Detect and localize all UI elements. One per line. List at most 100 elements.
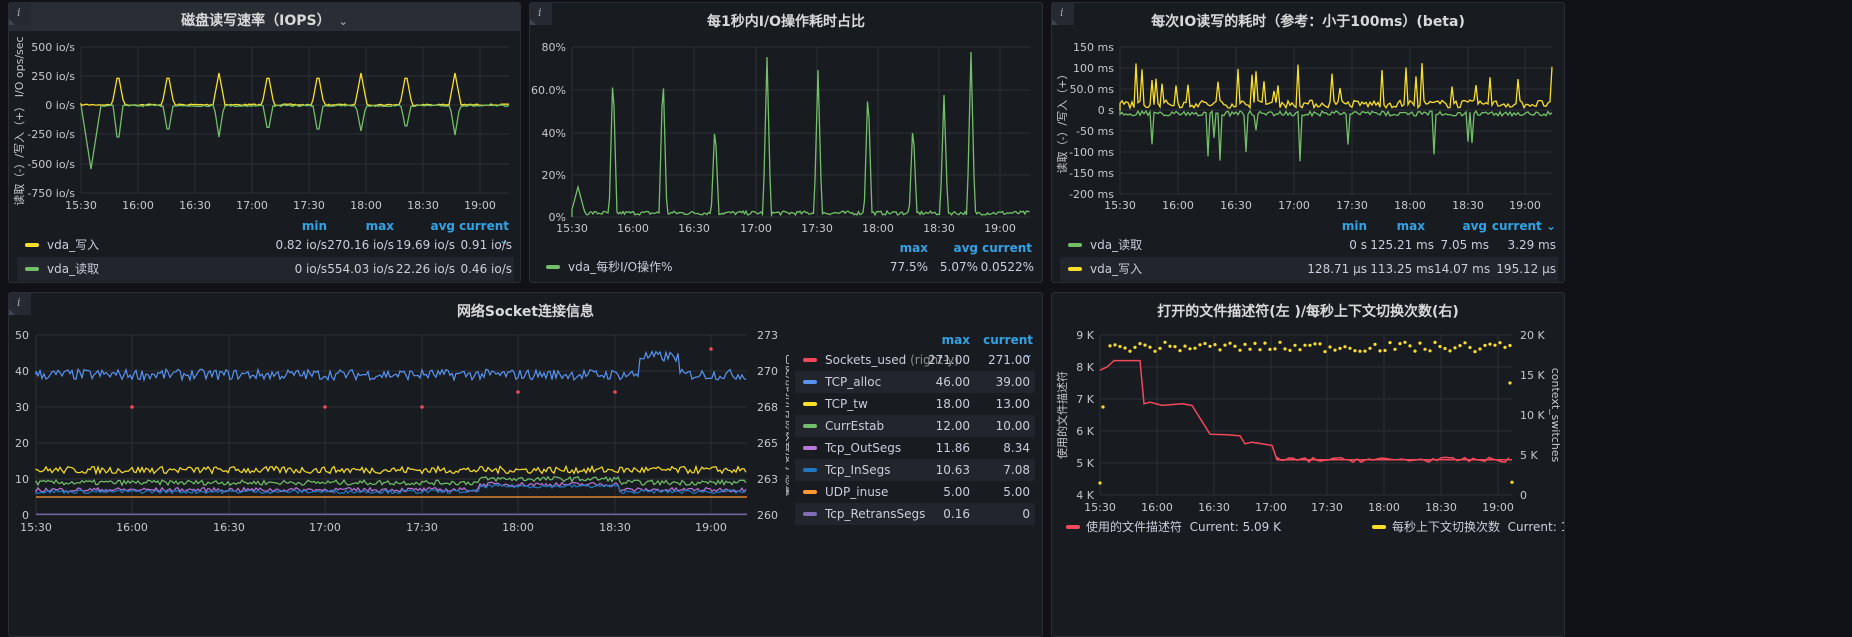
context-switch-point <box>1478 347 1482 351</box>
legend-row[interactable]: CurrEstab 12.00 10.00 <box>795 415 1035 437</box>
legend-row[interactable]: vda_读取 0 s 125.21 ms 7.05 ms 3.29 ms <box>1060 233 1558 257</box>
series-name[interactable]: vda_每秒I/O操作% <box>568 255 673 279</box>
info-icon[interactable]: i <box>9 3 31 25</box>
context-switch-point <box>1323 350 1327 354</box>
y-tick-label: 8 K <box>1076 361 1094 374</box>
iops-chart[interactable]: 500 io/s 250 io/s 0 io/s -250 io/s -500 io/s… <box>9 37 521 249</box>
latency-panel-title[interactable]: 每次IO读写的耗时（参考：小于100ms）(beta) <box>1052 11 1564 31</box>
legend-row[interactable]: Sockets_used (right-y) 271.00 271.00 <box>795 349 1035 371</box>
info-icon[interactable]: i <box>1052 3 1074 25</box>
y-tick-label: 6 K <box>1076 425 1094 438</box>
series-swatch <box>803 490 817 494</box>
latency-chart[interactable]: 150 ms 100 ms 50.0 ms 0 s -50 ms -100 ms -150 … <box>1052 37 1565 249</box>
legend-row[interactable]: 使用的文件描述符 Current: 5.09 K <box>1066 515 1281 539</box>
context-switch-point <box>1373 342 1377 346</box>
filedesc-panel-title[interactable]: 打开的文件描述符(左 )/每秒上下文切换次数(右) <box>1052 301 1564 321</box>
context-switch-point <box>1333 348 1337 352</box>
series-name[interactable]: CurrEstab <box>825 415 884 437</box>
legend-max: 113.25 ms <box>1370 262 1434 276</box>
series-name[interactable]: Tcp_OutSegs <box>825 437 901 459</box>
iops-legend: min max avg current ⌄ vda_写入 0.82 io/s 270… <box>17 219 514 281</box>
socket-panel-title[interactable]: 网络Socket连接信息 <box>9 301 1042 321</box>
x-tick-label: 19:00 <box>1509 199 1541 212</box>
iops-panel-header[interactable]: 磁盘读写速率（IOPS） ⌄ <box>9 3 520 31</box>
x-tick-label: 16:00 <box>116 521 148 534</box>
x-tick-label: 17:00 <box>236 199 268 212</box>
y-tick-label: -100 ms <box>1069 146 1114 159</box>
legend-current: 0.91 io/s <box>460 238 512 252</box>
legend-row[interactable]: Tcp_InSegs 10.63 7.08 <box>795 459 1035 481</box>
legend-current: 0.46 io/s <box>460 262 512 276</box>
currestab-line <box>35 475 747 487</box>
context-switch-point <box>1228 341 1232 345</box>
context-switch-point <box>1248 347 1252 351</box>
series-swatch <box>803 380 817 384</box>
latency-panel-header[interactable]: 每次IO读写的耗时（参考：小于100ms）(beta) <box>1052 3 1564 37</box>
series-name[interactable]: vda_写入 <box>47 233 99 257</box>
iotime-panel-header[interactable]: 每1秒内I/O操作耗时占比 <box>530 3 1042 37</box>
x-tick-label: 17:00 <box>740 222 772 235</box>
series-name[interactable]: vda_读取 <box>47 257 99 281</box>
context-switch-point <box>1328 345 1332 349</box>
series-name[interactable]: 使用的文件描述符 Current: 5.09 K <box>1086 515 1281 539</box>
legend-row[interactable]: TCP_tw 18.00 13.00 <box>795 393 1035 415</box>
x-tick-label: 19:00 <box>1482 501 1514 514</box>
y-right-tick-label: 15 K <box>1520 369 1545 382</box>
legend-max: 77.5% <box>889 260 928 274</box>
legend-row[interactable]: UDP_inuse 5.00 5.00 <box>795 481 1035 503</box>
legend-row[interactable]: vda_每秒I/O操作% 77.5% 5.07% 0.0522% <box>538 255 1036 279</box>
legend-current: 271.00 <box>988 353 1030 367</box>
series-name[interactable]: vda_写入 <box>1090 257 1142 281</box>
y-tick-label: 60.0% <box>531 84 566 97</box>
legend-max: 271.00 <box>928 353 970 367</box>
legend-row[interactable]: Tcp_OutSegs 11.86 8.34 <box>795 437 1035 459</box>
y-tick-label: 20 <box>15 437 29 450</box>
context-switch-point <box>1433 340 1437 344</box>
x-tick-label: 16:00 <box>1141 501 1173 514</box>
info-icon[interactable]: i <box>530 3 552 25</box>
context-switch-point <box>1138 342 1142 346</box>
iotime-legend: max avg current vda_每秒I/O操作% 77.5% 5.07% 0.… <box>538 241 1036 279</box>
sockets-used-point <box>420 405 424 409</box>
legend-row[interactable]: vda_读取 0 io/s 554.03 io/s 22.26 io/s 0.46 io… <box>17 257 514 281</box>
series-name[interactable]: TCP_alloc <box>825 371 881 393</box>
legend-row[interactable]: 每秒上下文切换次数 Current: 1.57 K <box>1372 515 1564 539</box>
series-name[interactable]: vda_读取 <box>1090 233 1142 257</box>
legend-current: 8.34 <box>1003 441 1030 455</box>
context-switch-point <box>1313 342 1317 346</box>
context-switch-point <box>1508 343 1512 348</box>
iops-panel-title[interactable]: 磁盘读写速率（IOPS） ⌄ <box>9 10 520 30</box>
x-tick-label: 17:00 <box>309 521 341 534</box>
legend-row[interactable]: Tcp_RetransSegs 0.16 0 <box>795 503 1035 525</box>
iotime-panel-title[interactable]: 每1秒内I/O操作耗时占比 <box>530 11 1042 31</box>
series-name[interactable]: Tcp_RetransSegs <box>825 503 925 525</box>
y-tick-label: 100 ms <box>1073 62 1114 75</box>
y-tick-label: 30 <box>15 401 29 414</box>
series-swatch <box>803 358 817 362</box>
filedesc-chart[interactable]: 9 K8 K7 K6 K5 K4 K20 K15 K10 K5 K015:30 1… <box>1052 327 1565 547</box>
x-tick-label: 17:00 <box>1278 199 1310 212</box>
series-name[interactable]: UDP_inuse <box>825 481 888 503</box>
series-swatch <box>803 402 817 406</box>
legend-row[interactable]: vda_写入 0.82 io/s 270.16 io/s 19.69 io/s 0.91… <box>17 233 514 257</box>
socket-panel-header[interactable]: 网络Socket连接信息 <box>9 293 1042 327</box>
y-tick-label: 0 io/s <box>45 99 75 112</box>
x-tick-label: 16:30 <box>1198 501 1230 514</box>
legend-avg: 14.07 ms <box>1434 262 1491 276</box>
legend-row[interactable]: TCP_alloc 46.00 39.00 <box>795 371 1035 393</box>
series-swatch <box>803 468 817 472</box>
iotime-chart[interactable]: 80%60.0%40%20%0%15:30 16:00 16:30 17:00 17:3… <box>530 37 1043 249</box>
context-switch-point <box>1188 347 1192 351</box>
series-name[interactable]: 每秒上下文切换次数 Current: 1.57 K <box>1392 515 1564 539</box>
legend-row[interactable]: vda_写入 128.71 μs 113.25 ms 14.07 ms 195.12 μ… <box>1060 257 1558 281</box>
series-name[interactable]: Tcp_InSegs <box>825 459 891 481</box>
series-name[interactable]: TCP_tw <box>825 393 868 415</box>
filedesc-panel-header[interactable]: 打开的文件描述符(左 )/每秒上下文切换次数(右) <box>1052 293 1564 327</box>
chevron-down-icon[interactable]: ⌄ <box>339 15 348 28</box>
series-swatch <box>1068 243 1082 247</box>
series-swatch <box>546 265 560 269</box>
tcp-alloc-line <box>35 349 747 383</box>
info-icon[interactable]: i <box>9 293 31 315</box>
legend-header-current-label: current <box>459 219 509 233</box>
socket-chart[interactable]: 5040302010027327026826526326015:30 16:00 1… <box>9 327 789 637</box>
